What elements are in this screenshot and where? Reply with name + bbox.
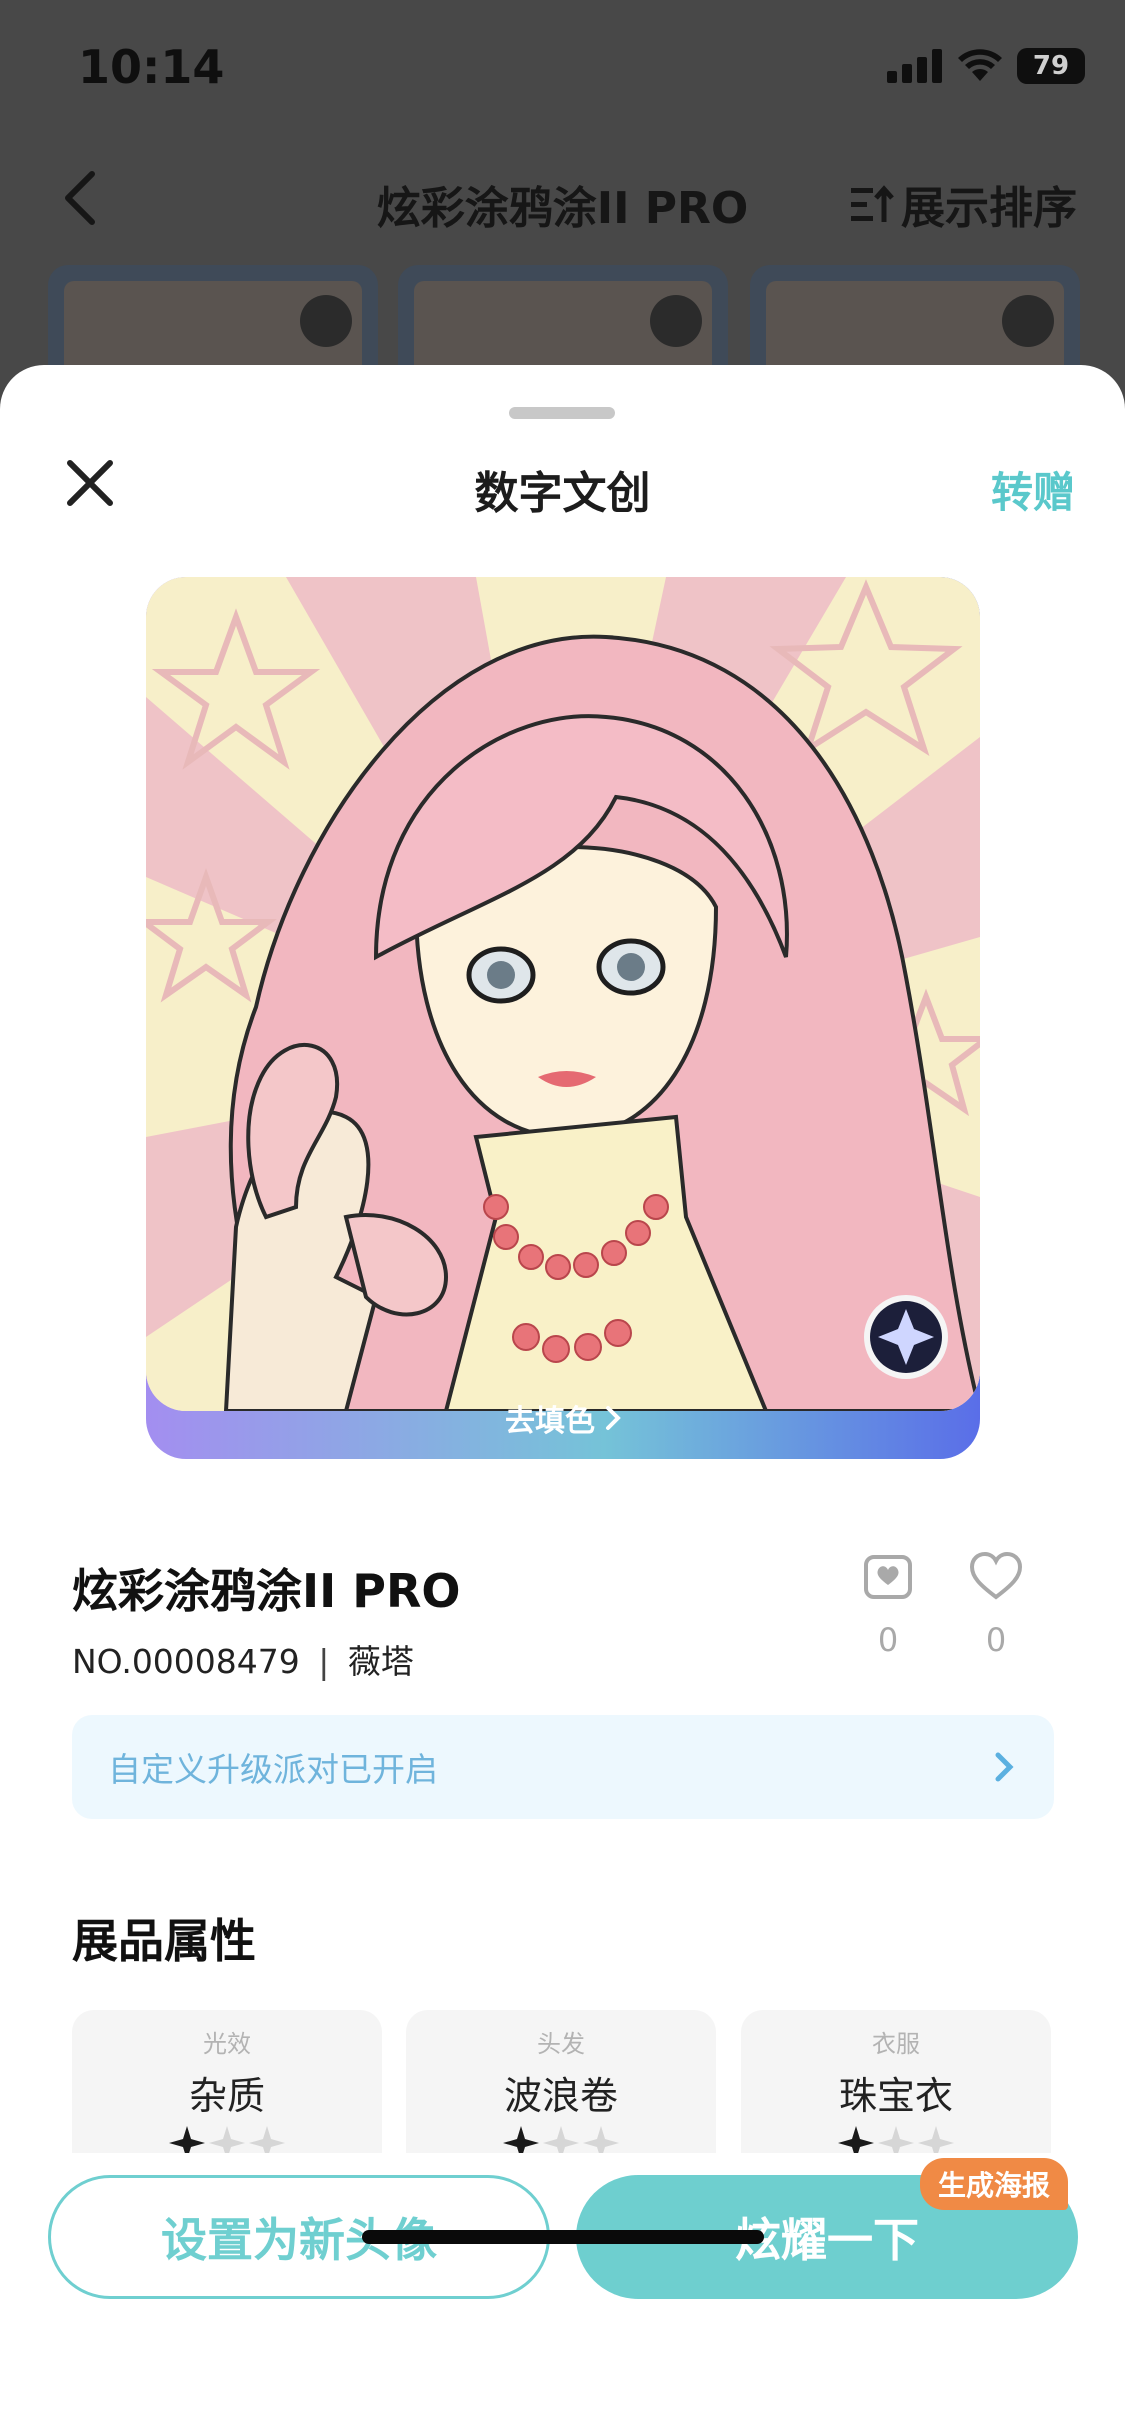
collect-count: 0 (877, 1621, 899, 1659)
wifi-icon (958, 49, 1002, 81)
banner-text: 自定义升级派对已开启 (108, 1750, 438, 1789)
sort-icon (851, 185, 894, 222)
sort-button[interactable]: 展示排序 (851, 172, 1077, 236)
item-owner: 薇塔 (347, 1642, 414, 1681)
like-count: 0 (985, 1621, 1007, 1659)
item-meta: NO.00008479 | 薇塔 (72, 1635, 414, 1683)
hidden-eye-icon (300, 295, 352, 347)
home-indicator (362, 2230, 764, 2244)
artwork-image[interactable] (146, 577, 980, 1411)
signal-icon (887, 49, 942, 83)
hidden-eye-icon (1002, 295, 1054, 347)
heart-icon (969, 1551, 1023, 1600)
fill-color-button[interactable]: 去填色 (146, 1377, 980, 1459)
item-number: NO.00008479 (72, 1642, 300, 1681)
fill-color-label: 去填色 (505, 1404, 595, 1439)
sheet-title: 数字文创 (474, 468, 651, 519)
artwork-illustration (146, 577, 980, 1411)
detail-sheet: 数字文创 转赠 去填色 炫彩涂鸦涂II PRO NO.00008479 | 薇塔… (0, 365, 1125, 2436)
status-time: 10:14 (78, 40, 225, 94)
meta-divider: | (318, 1642, 330, 1681)
battery-indicator: 79 (1017, 48, 1085, 84)
like-stat[interactable]: 0 (956, 1551, 1036, 1659)
attribute-key: 光效 (203, 2030, 251, 2058)
collect-icon (864, 1555, 912, 1599)
attribute-value: 杂质 (188, 2074, 265, 2118)
sheet-grabber[interactable] (509, 407, 615, 419)
status-icons: 79 (887, 48, 1085, 84)
collect-stat[interactable]: 0 (848, 1551, 928, 1659)
attribute-key: 衣服 (872, 2030, 920, 2058)
attribute-key: 头发 (537, 2030, 585, 2058)
upgrade-party-banner[interactable]: 自定义升级派对已开启 (72, 1715, 1054, 1819)
sort-label: 展示排序 (901, 183, 1077, 234)
hidden-eye-icon (650, 295, 702, 347)
gift-button[interactable]: 转赠 (991, 459, 1075, 520)
attribute-value: 珠宝衣 (838, 2074, 953, 2118)
chevron-right-icon (606, 1406, 621, 1430)
attribute-value: 波浪卷 (503, 2074, 618, 2118)
chevron-right-icon (995, 1752, 1014, 1782)
attributes-title: 展品属性 (72, 1914, 256, 1968)
item-name: 炫彩涂鸦涂II PRO (72, 1564, 461, 1618)
bottom-action-bar: 设置为新头像 炫耀一下 生成海报 (0, 2153, 1125, 2436)
poster-badge[interactable]: 生成海报 (920, 2158, 1069, 2210)
artwork-card: 去填色 (146, 577, 980, 1459)
